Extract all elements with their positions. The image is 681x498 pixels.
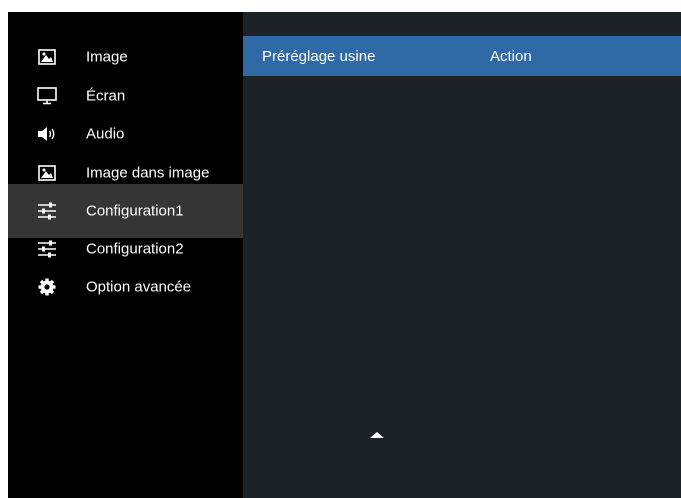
speaker-icon	[37, 125, 57, 143]
menu-item-image[interactable]: Image	[8, 38, 243, 75]
menu-item-option-avancee[interactable]: Option avancée	[8, 268, 243, 305]
monitor-icon	[37, 86, 57, 105]
menu-item-audio[interactable]: Audio	[8, 115, 243, 152]
factory-reset-row[interactable]: Préréglage usine Action	[243, 36, 681, 76]
menu-item-label: Configuration1	[86, 202, 184, 220]
osd-screen: Image Écran Audio Image dans image Confi…	[8, 12, 681, 498]
setting-value: Action	[490, 48, 532, 65]
sidebar-menu: Image Écran Audio Image dans image Confi…	[8, 12, 243, 498]
sliders-icon	[37, 202, 57, 220]
menu-item-label: Configuration2	[86, 240, 184, 257]
setting-label: Préréglage usine	[262, 48, 376, 65]
settings-panel: Préréglage usine Action	[243, 12, 681, 498]
scroll-up-arrow-icon[interactable]	[370, 432, 384, 438]
menu-item-label: Audio	[86, 125, 125, 142]
picture-icon	[37, 48, 57, 66]
sliders-icon	[37, 240, 57, 258]
menu-item-label: Option avancée	[86, 278, 192, 295]
menu-item-configuration2[interactable]: Configuration2	[8, 230, 243, 267]
menu-item-ecran[interactable]: Écran	[8, 77, 243, 114]
picture-icon	[37, 164, 57, 182]
menu-item-label: Écran	[86, 87, 126, 104]
menu-item-label: Image dans image	[86, 164, 210, 181]
menu-item-label: Image	[86, 48, 128, 65]
gear-icon	[37, 278, 57, 296]
